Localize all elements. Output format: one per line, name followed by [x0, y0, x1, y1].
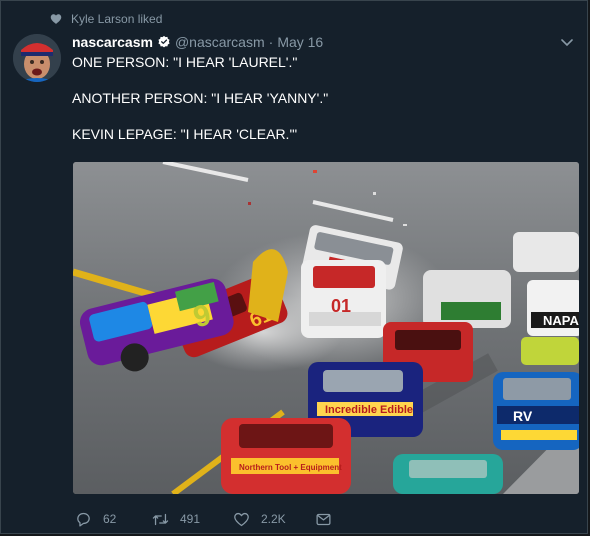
- retweet-icon: [152, 513, 169, 525]
- tweet-line: KEVIN LEPAGE: "I HEAR 'CLEAR.'": [72, 126, 298, 142]
- tweet-header: nascarcasm @nascarcasm · May 16: [72, 33, 323, 51]
- retweet-button[interactable]: 491: [152, 511, 233, 528]
- social-context: Kyle Larson liked: [50, 12, 162, 26]
- author-handle[interactable]: @nascarcasm: [175, 34, 265, 50]
- liked-by-text[interactable]: Kyle Larson liked: [71, 12, 162, 26]
- envelope-icon: [316, 513, 331, 525]
- like-count: 2.2K: [261, 512, 286, 526]
- tweet-line: ANOTHER PERSON: "I HEAR 'YANNY'.": [72, 90, 329, 106]
- heart-outline-icon: [234, 512, 249, 526]
- tweet-date[interactable]: May 16: [277, 34, 323, 50]
- sponsor-label: NAPA: [543, 313, 579, 328]
- sponsor-label: Incredible Edible: [325, 404, 413, 416]
- tweet-card[interactable]: Kyle Larson liked nascarcasm @nascarcasm…: [0, 0, 588, 534]
- avatar[interactable]: [13, 34, 61, 82]
- reply-button[interactable]: 62: [75, 511, 152, 528]
- retweet-count: 491: [180, 512, 201, 526]
- author-name[interactable]: nascarcasm: [72, 34, 153, 50]
- chevron-down-icon[interactable]: [561, 38, 573, 48]
- like-button[interactable]: 2.2K: [233, 511, 315, 528]
- tweet-actions: 62 491 2.2K: [75, 509, 332, 529]
- reply-icon: [77, 512, 90, 527]
- car-number: 01: [331, 296, 351, 316]
- separator-dot: ·: [268, 34, 274, 50]
- sponsor-label: RV: [513, 408, 533, 424]
- tweet-text: ONE PERSON: "I HEAR 'LAUREL'." ANOTHER P…: [72, 53, 572, 143]
- direct-message-button[interactable]: [315, 511, 332, 528]
- tweet-media-photo[interactable]: 61 9 NAPA Incredible Edible RV Northern …: [73, 162, 579, 494]
- verified-badge-icon: [158, 35, 170, 48]
- avatar-image: [13, 34, 61, 82]
- reply-count: 62: [103, 512, 117, 526]
- race-crash-photo: 61 9 NAPA Incredible Edible RV Northern …: [73, 162, 579, 494]
- tweet-line: ONE PERSON: "I HEAR 'LAUREL'.": [72, 54, 298, 70]
- heart-icon: [50, 14, 62, 24]
- sponsor-label: Northern Tool + Equipment: [239, 463, 342, 472]
